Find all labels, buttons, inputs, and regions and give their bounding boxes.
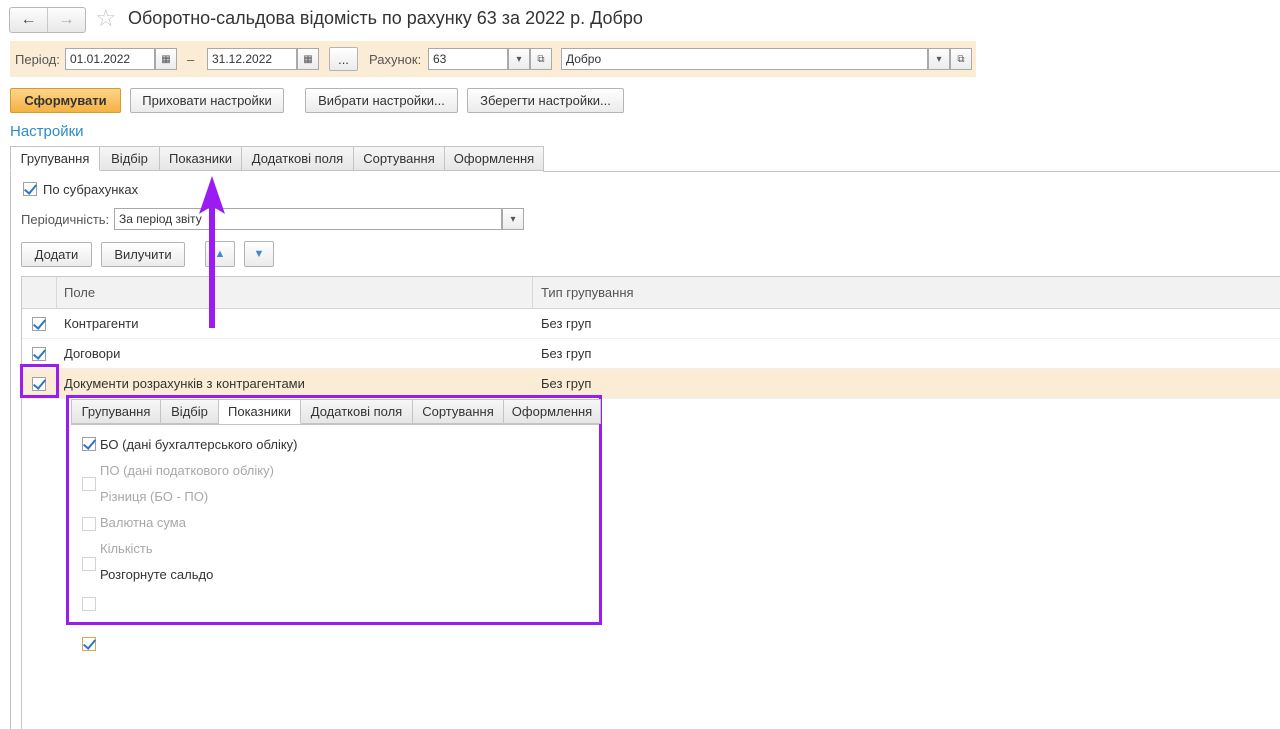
tab-formatting[interactable]: Оформлення — [445, 146, 544, 171]
popup-tab-formatting[interactable]: Оформлення — [504, 399, 601, 424]
hide-settings-button[interactable]: Приховати настройки — [130, 88, 284, 113]
settings-panel-border — [10, 171, 11, 729]
choose-settings-button[interactable]: Вибрати настройки... — [305, 88, 458, 113]
row-field: Документи розрахунків з контрагентами — [64, 376, 305, 391]
row-field: Контрагенти — [64, 316, 139, 331]
row-type: Без груп — [541, 316, 592, 331]
option-label: Кількість — [100, 541, 153, 556]
arrow-right-icon: → — [58, 11, 75, 28]
calendar-from-button[interactable]: ▦ — [155, 48, 177, 70]
add-button[interactable]: Додати — [21, 242, 92, 267]
date-from-input[interactable]: 01.01.2022 — [65, 48, 155, 70]
settings-tabs: Групування Відбір Показники Додаткові по… — [10, 146, 544, 171]
date-to-input[interactable]: 31.12.2022 — [207, 48, 297, 70]
account-dropdown-button[interactable]: ▾ — [508, 48, 530, 70]
checkbox-highlight-frame — [20, 364, 59, 398]
option-checkbox[interactable] — [82, 437, 96, 451]
navigation-buttons: ← → — [9, 7, 86, 33]
chevron-down-icon: ▾ — [510, 213, 516, 225]
arrow-down-icon: ▼ — [253, 248, 265, 260]
period-dash: – — [187, 52, 195, 67]
periodicity-input[interactable]: За період звіту — [114, 208, 502, 230]
organization-input[interactable]: Добро — [561, 48, 928, 70]
organization-dropdown-button[interactable]: ▾ — [928, 48, 950, 70]
by-subaccounts-checkbox[interactable] — [23, 182, 37, 196]
periodicity-label: Періодичність: — [21, 212, 110, 227]
option-checkbox[interactable] — [82, 637, 96, 651]
option-label: Валютна сума — [100, 515, 186, 530]
star-icon[interactable]: ☆ — [95, 5, 117, 33]
column-header-field[interactable]: Поле — [64, 277, 95, 308]
tab-extra-fields[interactable]: Додаткові поля — [242, 146, 354, 171]
period-label: Період: — [15, 52, 60, 67]
row-type: Без груп — [541, 376, 592, 391]
calendar-icon: ▦ — [303, 53, 313, 65]
settings-title[interactable]: Настройки — [10, 123, 84, 140]
option-checkbox[interactable] — [82, 477, 96, 491]
chevron-down-icon: ▾ — [516, 53, 522, 65]
column-header-type[interactable]: Тип групування — [541, 277, 634, 308]
forward-button[interactable]: → — [47, 8, 85, 32]
move-down-button[interactable]: ▼ — [244, 241, 274, 267]
option-checkbox[interactable] — [82, 517, 96, 531]
option-label: ПО (дані податкового обліку) — [100, 463, 274, 478]
account-label: Рахунок: — [369, 52, 422, 67]
by-subaccounts-label: По субрахунках — [43, 182, 139, 197]
row-checkbox[interactable] — [32, 346, 46, 361]
tab-grouping[interactable]: Групування — [10, 146, 100, 171]
calendar-to-button[interactable]: ▦ — [297, 48, 319, 70]
remove-button[interactable]: Вилучити — [101, 242, 185, 267]
period-select-button[interactable]: ... — [329, 47, 358, 71]
tab-sorting[interactable]: Сортування — [354, 146, 445, 171]
row-field: Договори — [64, 346, 121, 361]
tab-indicators[interactable]: Показники — [160, 146, 242, 171]
organization-open-button[interactable]: ⧉ — [950, 48, 972, 70]
tabs-baseline — [543, 171, 1280, 172]
popup-tab-sorting[interactable]: Сортування — [413, 399, 504, 424]
annotation-arrow-icon — [199, 176, 225, 328]
table-row[interactable]: Договори Без груп — [22, 339, 1280, 369]
save-settings-button[interactable]: Зберегти настройки... — [467, 88, 624, 113]
periodicity-dropdown-button[interactable]: ▾ — [502, 208, 524, 230]
option-label: БО (дані бухгалтерського обліку) — [100, 437, 298, 452]
row-checkbox[interactable] — [32, 316, 46, 331]
indicators-popup: Групування Відбір Показники Додаткові по… — [66, 395, 602, 651]
open-icon: ⧉ — [537, 53, 545, 65]
back-button[interactable]: ← — [10, 8, 47, 32]
row-type: Без груп — [541, 346, 592, 361]
popup-tab-indicators[interactable]: Показники — [219, 399, 301, 424]
window-title: Оборотно-сальдова відомість по рахунку 6… — [128, 8, 643, 28]
account-open-button[interactable]: ⧉ — [530, 48, 552, 70]
option-checkbox[interactable] — [82, 557, 96, 571]
popup-tab-grouping[interactable]: Групування — [71, 399, 161, 424]
arrow-left-icon: ← — [20, 11, 37, 28]
popup-tab-filter[interactable]: Відбір — [161, 399, 219, 424]
option-checkbox[interactable] — [82, 597, 96, 611]
tab-filter[interactable]: Відбір — [100, 146, 160, 171]
popup-tab-extra-fields[interactable]: Додаткові поля — [301, 399, 413, 424]
option-label: Розгорнуте сальдо — [100, 567, 214, 582]
calendar-icon: ▦ — [161, 53, 171, 65]
open-icon: ⧉ — [957, 53, 965, 65]
account-input[interactable]: 63 — [428, 48, 508, 70]
chevron-down-icon: ▾ — [936, 53, 942, 65]
option-label: Різниця (БО - ПО) — [100, 489, 209, 504]
generate-button[interactable]: Сформувати — [10, 88, 121, 113]
popup-tabs: Групування Відбір Показники Додаткові по… — [71, 399, 601, 424]
